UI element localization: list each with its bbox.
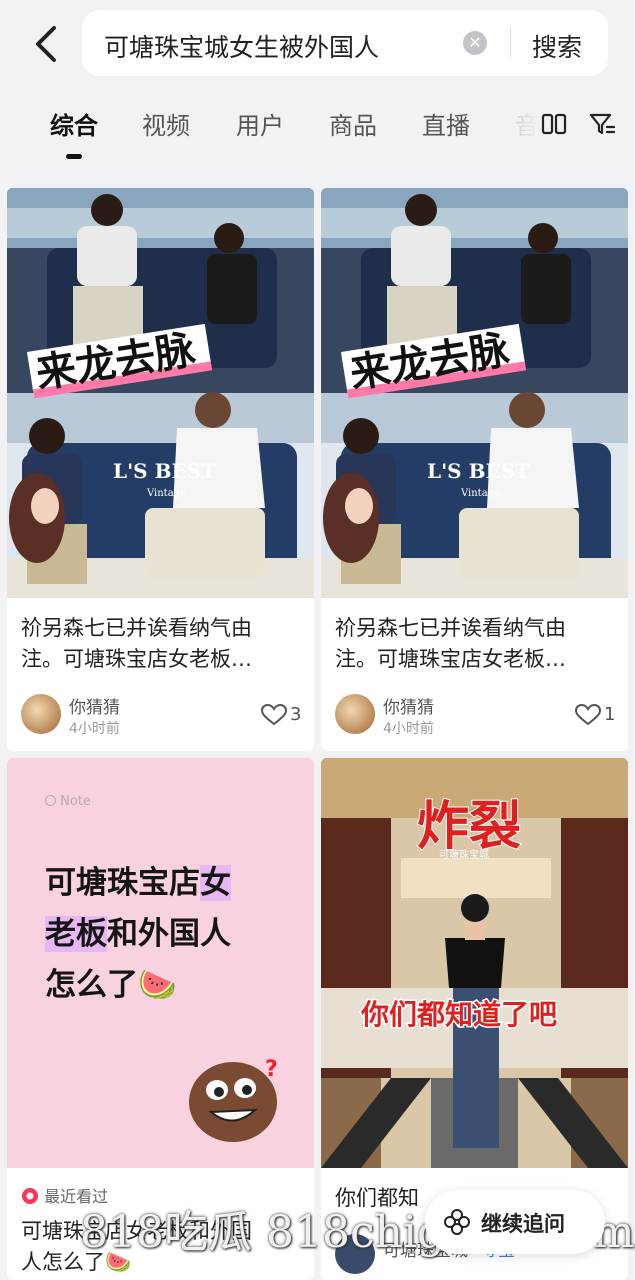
filter-icon[interactable] — [588, 110, 616, 138]
search-divider — [510, 28, 511, 58]
grid-view-icon[interactable] — [540, 110, 568, 138]
avatar[interactable] — [21, 694, 61, 734]
heart-icon[interactable] — [575, 704, 601, 726]
back-button[interactable] — [28, 24, 64, 64]
note-cover: Note 可塘珠宝店女 老板和外国人 怎么了🍉 ? — [7, 758, 314, 1168]
sparkle-flower-icon — [444, 1209, 470, 1235]
video-thumbnail: 炸裂 可塘珠宝城 你们都知道了吧 — [321, 758, 628, 1168]
tab-products[interactable]: 商品 — [329, 106, 377, 141]
note-label: Note — [45, 794, 91, 809]
search-button[interactable]: 搜索 — [532, 28, 582, 64]
watermelon-icon: 🍉 — [138, 967, 177, 1003]
avatar[interactable] — [335, 694, 375, 734]
tab-video[interactable]: 视频 — [142, 106, 190, 141]
like-count: 3 — [290, 704, 302, 725]
tab-users[interactable]: 用户 — [236, 106, 284, 141]
overlay-top-text: 炸裂 — [417, 797, 521, 857]
card-title[interactable]: 祄另森七已并诶看纳气由 注。可塘珠宝店女老板… — [335, 613, 566, 675]
mall-sign-text: 可塘珠宝城 — [439, 848, 489, 861]
sofa-sign-subtext: Vintage — [460, 488, 500, 499]
continue-asking-label: 继续追问 — [481, 1212, 565, 1236]
tab-live[interactable]: 直播 — [422, 106, 470, 141]
post-time: 4小时前 — [69, 721, 120, 737]
sofa-sign-text: L'S BEST — [113, 459, 216, 483]
card-title[interactable]: 祄另森七已并诶看纳气由 注。可塘珠宝店女老板… — [21, 613, 252, 675]
note-headline: 可塘珠宝店女 老板和外国人 怎么了🍉 — [45, 865, 231, 1003]
category-tabs: 综合 视频 用户 商品 直播 音 — [0, 96, 635, 166]
overlay-bottom-text: 你们都知道了吧 — [360, 998, 557, 1031]
sofa-sign-text: L'S BEST — [427, 459, 530, 483]
result-card-2[interactable]: L'S BEST Vintage 来龙去脉 祄另森七已并诶看纳气由 注。可塘珠宝店… — [321, 188, 628, 751]
heart-icon[interactable] — [261, 704, 287, 726]
top-bar: 可塘珠宝城女生被外国人 ✕ 搜索 — [0, 0, 635, 90]
video-thumbnail: L'S BEST Vintage 来龙去脉 — [321, 188, 628, 598]
clear-icon[interactable]: ✕ — [463, 31, 487, 55]
svg-text:?: ? — [265, 1057, 278, 1082]
video-thumbnail: L'S BEST Vintage 来龙去脉 — [7, 188, 314, 598]
cookie-emoji-icon: ? — [189, 1057, 278, 1142]
search-box[interactable]: 可塘珠宝城女生被外国人 ✕ 搜索 — [82, 10, 608, 76]
post-time: 4小时前 — [383, 721, 434, 737]
author-name[interactable]: 你猜猜 — [69, 693, 120, 718]
chevron-left-icon — [36, 26, 56, 62]
search-input[interactable]: 可塘珠宝城女生被外国人 — [104, 28, 379, 64]
like-count: 1 — [604, 704, 616, 725]
eye-icon — [22, 1188, 38, 1204]
tab-comprehensive[interactable]: 综合 — [50, 106, 98, 141]
active-tab-indicator — [66, 154, 82, 159]
tab-fade — [500, 104, 540, 144]
result-card-1[interactable]: L'S BEST Vintage 来龙去脉 祄另森七已并诶看纳气由 注。可塘珠宝店… — [7, 188, 314, 751]
author-name[interactable]: 你猜猜 — [383, 693, 434, 718]
continue-asking-button[interactable]: 继续追问 — [425, 1190, 605, 1254]
sofa-sign-subtext: Vintage — [146, 488, 186, 499]
